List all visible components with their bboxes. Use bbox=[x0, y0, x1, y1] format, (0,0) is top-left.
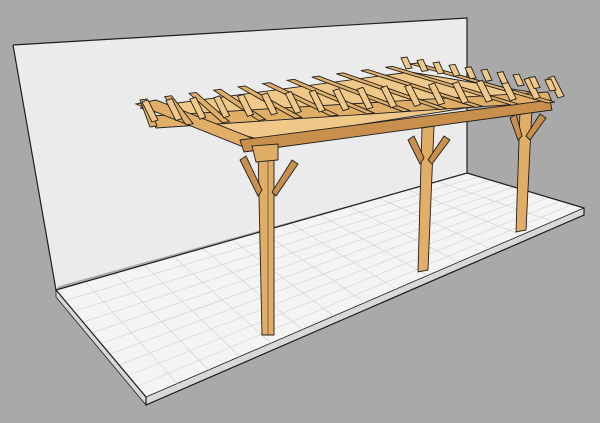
corner-block bbox=[251, 143, 279, 163]
pergola-scene bbox=[0, 0, 600, 423]
